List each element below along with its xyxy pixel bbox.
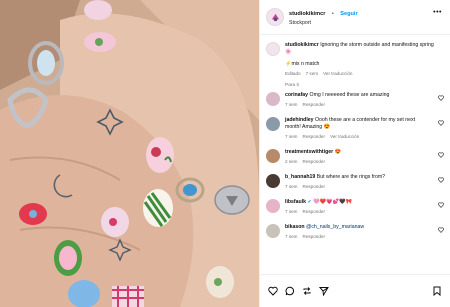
reply-button[interactable]: Responder (303, 134, 325, 139)
comments-list: studiokikimcr Ignoring the storm outside… (260, 35, 450, 274)
comment-avatar[interactable] (266, 224, 280, 238)
post-actions-bar (260, 274, 450, 307)
comment-username[interactable]: corinafay (285, 92, 308, 98)
reply-button[interactable]: Responder (303, 209, 325, 214)
comment-text: Omg I neeeeed these are amazing (309, 92, 390, 98)
comment-username[interactable]: jadehindley (285, 117, 314, 123)
comment-username[interactable]: libsfaulk (285, 199, 306, 205)
caption-text-line2: 🌸 (285, 49, 292, 55)
comment-row: libsfaulk ✔ 🩷❤️💗💕🖤🎀 7 sem Responder (266, 199, 444, 215)
bookmark-icon[interactable] (432, 286, 442, 296)
reply-button[interactable]: Responder (303, 102, 325, 107)
comment-row: bikason @ch_nails_by_marianaw 7 sem Respo… (266, 224, 444, 240)
repost-icon[interactable] (302, 286, 312, 296)
heart-icon[interactable] (438, 120, 444, 126)
heart-icon[interactable] (438, 202, 444, 208)
comment-row: corinafay Omg I neeeeed these are amazin… (266, 92, 444, 108)
author-username[interactable]: studiokikimcr (289, 11, 325, 17)
caption-username[interactable]: studiokikimcr (285, 42, 319, 48)
caption-age: 7 sem (305, 71, 319, 76)
comment-row: b_hannah19 But where are the rings from?… (266, 174, 444, 190)
studio-logo-icon (271, 13, 279, 21)
comment-username[interactable]: b_hannah19 (285, 174, 315, 180)
nails-photo (0, 0, 259, 307)
caption-edited: Editado (285, 71, 301, 76)
heart-icon[interactable] (438, 177, 444, 183)
comment-age: 7 sem (285, 184, 298, 189)
caption-text-line1: Ignoring the storm outside and manifesti… (320, 42, 434, 48)
comment-mention-link[interactable]: @ch_nails_by_marianaw (306, 224, 364, 230)
comment-age: 7 sem (285, 102, 298, 107)
comment-avatar[interactable] (266, 117, 280, 131)
author-meta: studiokikimcr • Seguir Stockport (289, 6, 358, 28)
caption-translate-link[interactable]: Ver traducción (323, 71, 352, 76)
comment-age: 7 sem (285, 134, 298, 139)
like-heart-icon[interactable] (268, 286, 278, 296)
heart-icon[interactable] (438, 227, 444, 233)
comment-row: treatmentswithtiger 😍 2 sem Responder (266, 149, 444, 165)
separator-dot: • (331, 11, 334, 17)
comment-row: jadehindley Oooh these are a contender f… (266, 117, 444, 140)
caption-avatar[interactable] (266, 42, 280, 56)
comment-username[interactable]: bikason (285, 224, 305, 230)
comment-avatar[interactable] (266, 199, 280, 213)
heart-icon[interactable] (438, 95, 444, 101)
instagram-post-view: studiokikimcr • Seguir Stockport ••• stu… (0, 0, 450, 307)
comment-text: 🩷❤️💗💕🖤🎀 (313, 199, 353, 205)
comment-username[interactable]: treatmentswithtiger (285, 149, 333, 155)
more-options-icon[interactable]: ••• (433, 9, 442, 16)
comment-text: 😍 (334, 149, 342, 155)
follow-button[interactable]: Seguir (340, 11, 357, 17)
comment-icon[interactable] (285, 286, 295, 296)
author-avatar[interactable] (266, 8, 284, 26)
comment-avatar[interactable] (266, 174, 280, 188)
post-panel: studiokikimcr • Seguir Stockport ••• stu… (259, 0, 450, 307)
comment-text: But where are the rings from? (316, 174, 386, 180)
caption-text-line3: ⚡mix n match (285, 61, 320, 67)
heart-icon[interactable] (438, 152, 444, 158)
comment-age: 7 sem (285, 234, 298, 239)
comment-age: 2 sem (285, 159, 298, 164)
post-header: studiokikimcr • Seguir Stockport ••• (260, 0, 450, 35)
post-image[interactable] (0, 0, 259, 307)
reply-button[interactable]: Responder (303, 184, 325, 189)
comment-avatar[interactable] (266, 92, 280, 106)
comment-translate-link[interactable]: Ver traducción (330, 134, 359, 139)
verified-badge-icon: ✔ (307, 199, 312, 205)
for-you-label[interactable]: Para ti (266, 83, 444, 88)
reply-button[interactable]: Responder (303, 159, 325, 164)
reply-button[interactable]: Responder (303, 234, 325, 239)
post-location[interactable]: Stockport (289, 19, 358, 28)
comment-age: 7 sem (285, 209, 298, 214)
comment-avatar[interactable] (266, 149, 280, 163)
post-caption: studiokikimcr Ignoring the storm outside… (266, 42, 444, 77)
share-icon[interactable] (319, 286, 329, 296)
